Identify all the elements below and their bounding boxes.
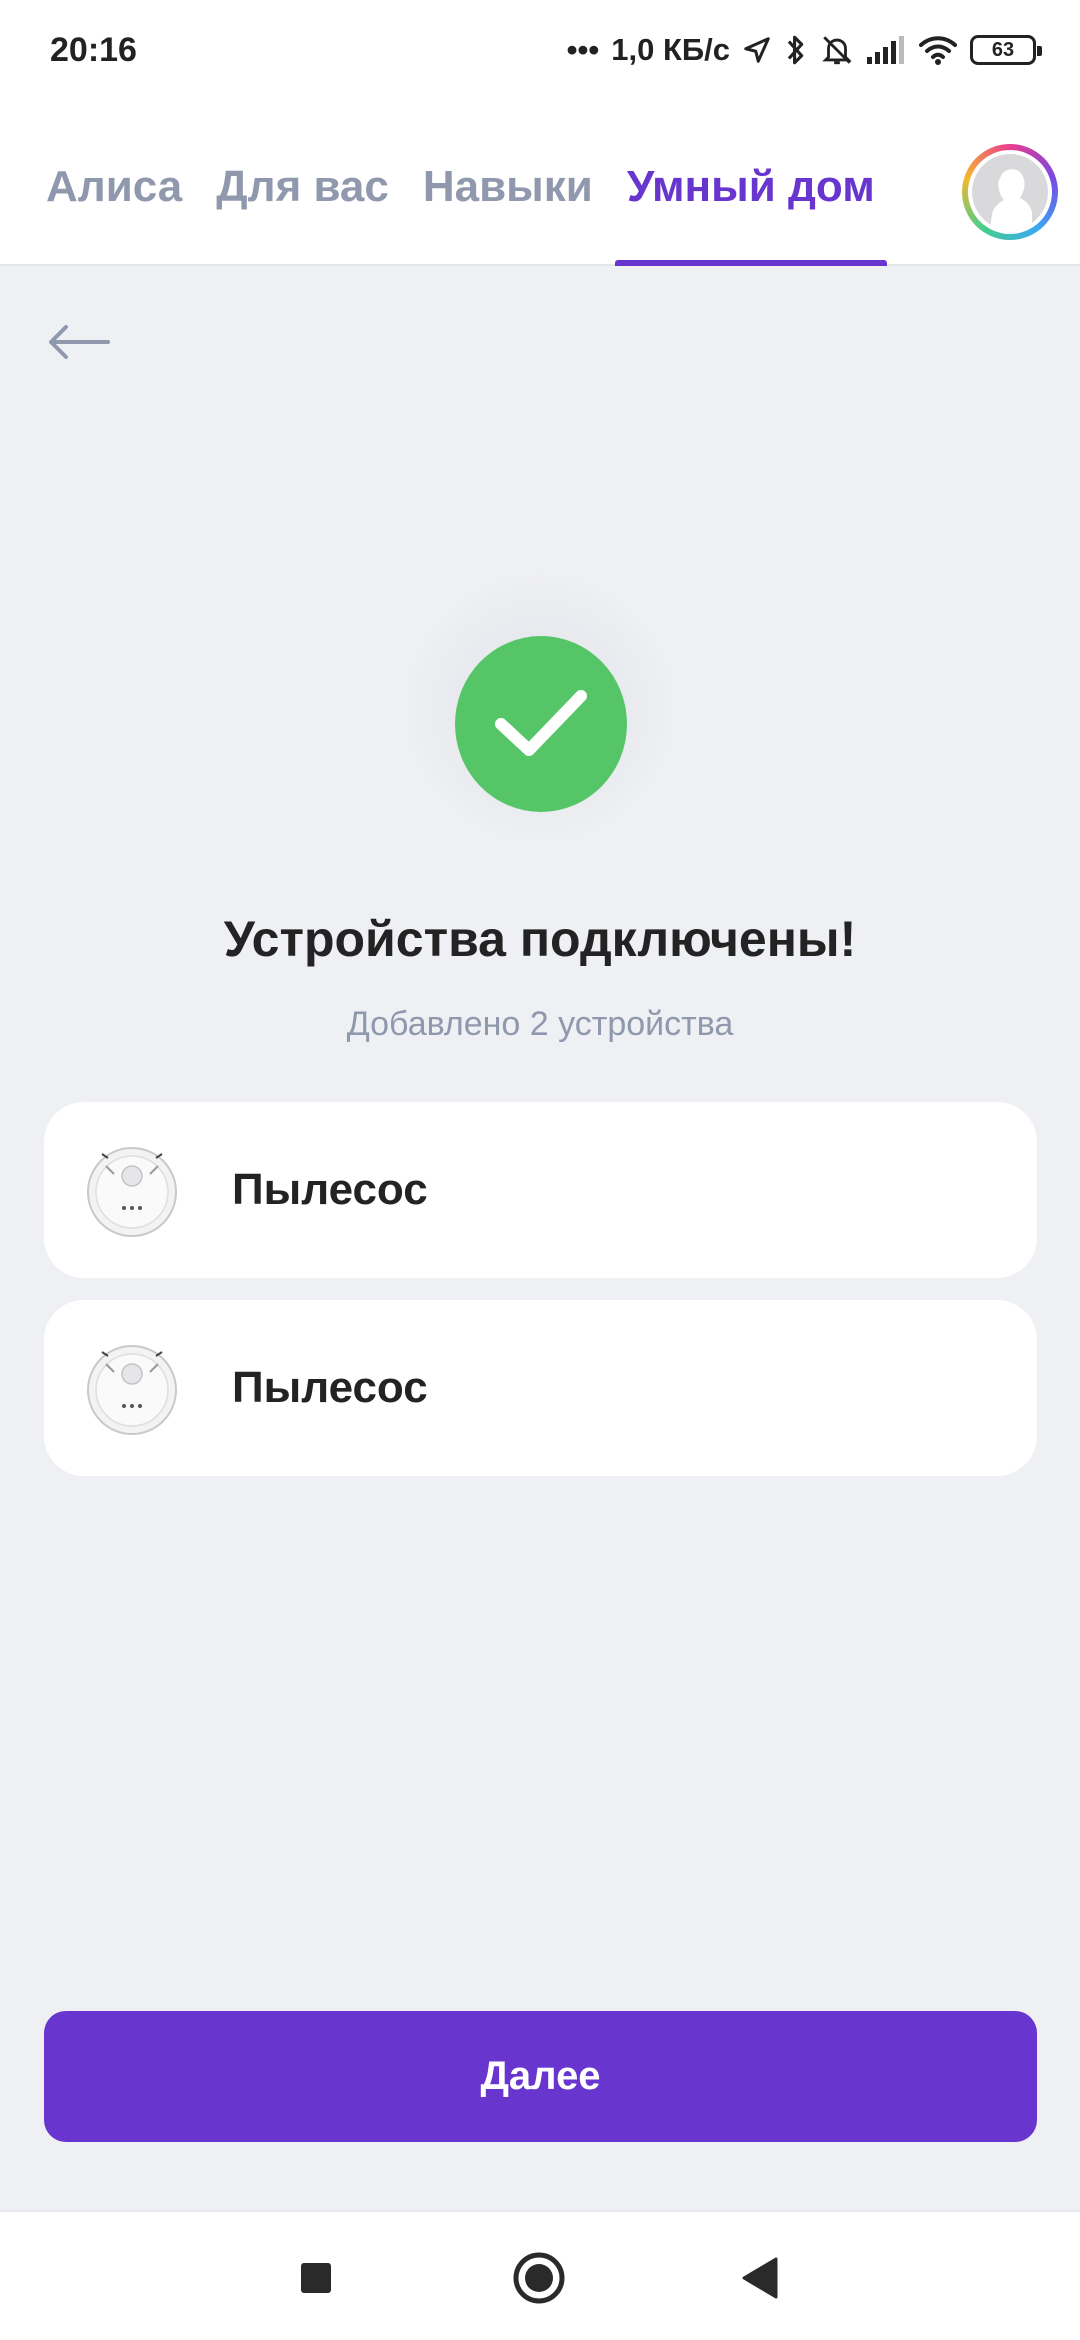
tab-list: Алиса Для вас Навыки Умный дом — [46, 100, 909, 266]
status-time: 20:16 — [50, 30, 137, 69]
page-subtitle: Добавлено 2 устройства — [346, 1005, 734, 1043]
status-bar: 20:16 ••• 1,0 КБ/с 63 — [0, 0, 1080, 100]
tab-skills[interactable]: Навыки — [423, 100, 593, 266]
battery-icon: 63 — [970, 35, 1042, 65]
location-icon — [742, 35, 772, 65]
wifi-icon — [918, 34, 958, 66]
network-speed: 1,0 КБ/с — [611, 32, 730, 67]
triangle-back-icon — [742, 2257, 778, 2299]
home-button[interactable] — [507, 2246, 571, 2310]
robot-vacuum-icon — [84, 1142, 180, 1238]
device-name: Пылесос — [232, 1165, 428, 1214]
recent-apps-button[interactable] — [284, 2246, 348, 2310]
checkmark-icon — [455, 636, 627, 812]
next-button-label: Далее — [480, 2054, 601, 2098]
back-button[interactable] — [44, 312, 114, 372]
system-nav-bar — [0, 2210, 1080, 2340]
status-dots: ••• — [566, 32, 600, 67]
arrow-left-icon — [49, 325, 110, 359]
status-icons: ••• 1,0 КБ/с 63 — [566, 32, 1042, 68]
tab-smart-home[interactable]: Умный дом — [614, 100, 887, 266]
top-tab-bar: Алиса Для вас Навыки Умный дом — [0, 100, 1080, 266]
robot-vacuum-icon — [84, 1340, 180, 1436]
circle-icon — [513, 2252, 565, 2304]
device-name: Пылесос — [232, 1363, 428, 1412]
tab-alisa[interactable]: Алиса — [46, 100, 182, 266]
user-silhouette-icon — [972, 154, 1048, 230]
system-back-button[interactable] — [728, 2246, 792, 2310]
bell-muted-icon — [820, 33, 854, 67]
square-icon — [301, 2263, 331, 2293]
next-button[interactable]: Далее — [44, 2011, 1037, 2142]
tab-for-you[interactable]: Для вас — [216, 100, 389, 266]
device-card[interactable]: Пылесос — [44, 1300, 1037, 1476]
avatar[interactable] — [962, 144, 1058, 240]
signal-icon — [866, 35, 906, 65]
device-card[interactable]: Пылесос — [44, 1102, 1037, 1278]
page-title: Устройства подключены! — [223, 911, 857, 967]
bluetooth-icon — [784, 33, 808, 67]
